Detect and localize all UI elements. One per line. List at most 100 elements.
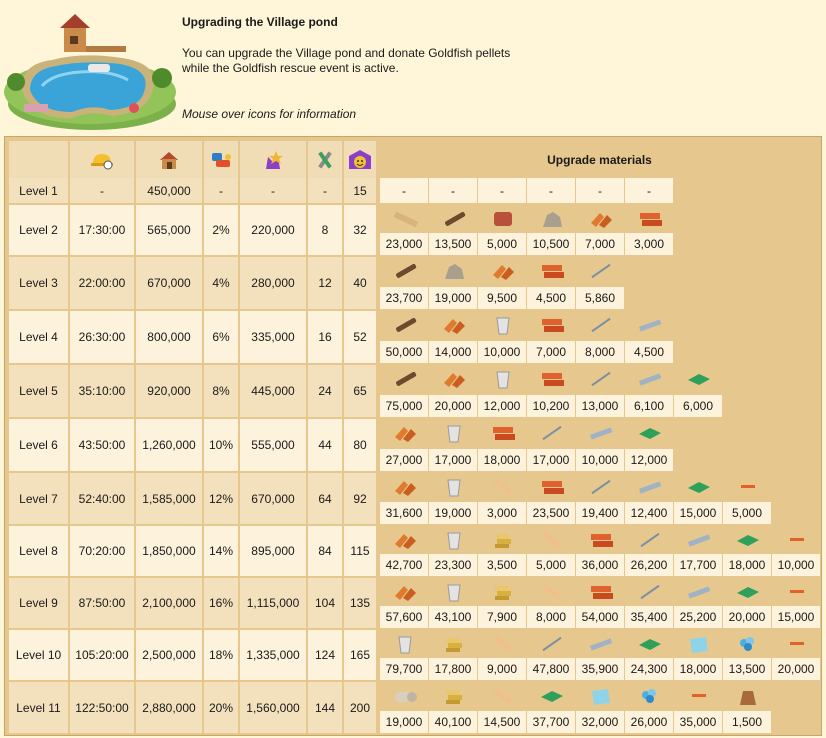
nail-icon[interactable] — [588, 369, 614, 389]
material-amount: 10,000 — [772, 554, 820, 576]
steel-beam-icon[interactable] — [637, 315, 663, 335]
table-row: Level 9 87:50:00 2,100,000 16% 1,115,000 104 1… — [9, 578, 376, 628]
brick-icon[interactable] — [539, 477, 565, 497]
cell-happy: 80 — [344, 419, 376, 471]
box-icon[interactable] — [784, 530, 810, 550]
log-icon[interactable] — [392, 369, 418, 389]
happiness-icon[interactable] — [347, 149, 373, 171]
roof-tile-icon[interactable] — [392, 477, 418, 497]
nail-icon[interactable] — [637, 582, 663, 602]
roof-tile-icon[interactable] — [392, 582, 418, 602]
log-icon[interactable] — [441, 209, 467, 229]
star-icon[interactable] — [260, 149, 286, 171]
log-icon[interactable] — [392, 261, 418, 281]
steel-beam-icon[interactable] — [588, 423, 614, 443]
tools-icon[interactable] — [312, 149, 338, 171]
mortar-bucket-icon[interactable] — [441, 477, 467, 497]
nail-icon[interactable] — [539, 634, 565, 654]
box-icon[interactable] — [735, 477, 761, 497]
brick-icon[interactable] — [637, 209, 663, 229]
cell-pct: 20% — [204, 682, 238, 733]
material-empty: - — [429, 178, 477, 203]
hard-hat-icon[interactable] — [89, 149, 115, 171]
material-cell: 8,000 — [576, 311, 624, 363]
board-icon[interactable] — [490, 477, 516, 497]
material-cell: 7,000 — [576, 205, 624, 255]
nail-icon[interactable] — [588, 261, 614, 281]
stone-icon[interactable] — [539, 209, 565, 229]
brick-icon[interactable] — [539, 315, 565, 335]
nail-icon[interactable] — [588, 477, 614, 497]
nail-icon[interactable] — [539, 423, 565, 443]
glass-icon[interactable] — [539, 686, 565, 706]
glass-icon[interactable] — [735, 530, 761, 550]
roof-tile-icon[interactable] — [441, 315, 467, 335]
material-cell: 4,500 — [527, 257, 575, 309]
sack-icon[interactable] — [735, 686, 761, 706]
brick-icon[interactable] — [588, 530, 614, 550]
glass-icon[interactable] — [735, 582, 761, 602]
mortar-bucket-icon[interactable] — [441, 530, 467, 550]
cell-time: 87:50:00 — [70, 578, 134, 628]
mortar-bucket-icon[interactable] — [441, 423, 467, 443]
roof-tile-icon[interactable] — [392, 530, 418, 550]
roof-tile-icon[interactable] — [588, 209, 614, 229]
mortar-bucket-icon[interactable] — [490, 315, 516, 335]
material-amount: 20,000 — [723, 606, 771, 628]
brick-icon[interactable] — [539, 369, 565, 389]
table-row: Level 8 70:20:00 1,850,000 14% 895,000 84 115 — [9, 526, 376, 576]
planks-stack-icon[interactable] — [441, 634, 467, 654]
clay-icon[interactable] — [490, 209, 516, 229]
brick-icon[interactable] — [539, 261, 565, 281]
cell-tools: 44 — [308, 419, 342, 471]
percent-icon[interactable] — [208, 149, 234, 171]
glass-pane-icon[interactable] — [686, 634, 712, 654]
board-icon[interactable] — [539, 582, 565, 602]
house-icon[interactable] — [156, 149, 182, 171]
mortar-bucket-icon[interactable] — [490, 369, 516, 389]
glass-pane-icon[interactable] — [588, 686, 614, 706]
log-icon[interactable] — [392, 315, 418, 335]
board-icon[interactable] — [490, 686, 516, 706]
nail-icon[interactable] — [588, 315, 614, 335]
material-amount: 19,000 — [429, 502, 477, 524]
planks-stack-icon[interactable] — [490, 582, 516, 602]
steel-beam-icon[interactable] — [637, 369, 663, 389]
crystal-icon[interactable] — [637, 686, 663, 706]
planks-stack-icon[interactable] — [490, 530, 516, 550]
cloth-roll-icon[interactable] — [392, 686, 418, 706]
steel-beam-icon[interactable] — [686, 582, 712, 602]
board-icon[interactable] — [490, 634, 516, 654]
plank-icon[interactable] — [392, 209, 419, 229]
glass-icon[interactable] — [637, 423, 663, 443]
cell-happy: 135 — [344, 578, 376, 628]
glass-icon[interactable] — [686, 369, 712, 389]
material-amount: 18,000 — [723, 554, 771, 576]
table-row: Level 3 22:00:00 670,000 4% 280,000 12 40 — [9, 257, 376, 309]
steel-beam-icon[interactable] — [686, 530, 712, 550]
brick-icon[interactable] — [490, 423, 516, 443]
mortar-bucket-icon[interactable] — [392, 634, 418, 654]
cell-happy: 115 — [344, 526, 376, 576]
planks-stack-icon[interactable] — [441, 686, 467, 706]
cell-level: Level 7 — [9, 473, 68, 524]
board-icon[interactable] — [539, 530, 565, 550]
cell-level: Level 3 — [9, 257, 68, 309]
roof-tile-icon[interactable] — [441, 369, 467, 389]
nail-icon[interactable] — [637, 530, 663, 550]
village-pond-icon[interactable] — [2, 12, 180, 132]
brick-icon[interactable] — [588, 582, 614, 602]
crystal-icon[interactable] — [735, 634, 761, 654]
steel-beam-icon[interactable] — [637, 477, 663, 497]
box-icon[interactable] — [784, 582, 810, 602]
steel-beam-icon[interactable] — [588, 634, 614, 654]
box-icon[interactable] — [686, 686, 712, 706]
material-cell: 3,000 — [625, 205, 673, 255]
mortar-bucket-icon[interactable] — [441, 582, 467, 602]
roof-tile-icon[interactable] — [392, 423, 418, 443]
glass-icon[interactable] — [637, 634, 663, 654]
stone-icon[interactable] — [441, 261, 467, 281]
box-icon[interactable] — [784, 634, 810, 654]
roof-tile-icon[interactable] — [490, 261, 516, 281]
glass-icon[interactable] — [686, 477, 712, 497]
